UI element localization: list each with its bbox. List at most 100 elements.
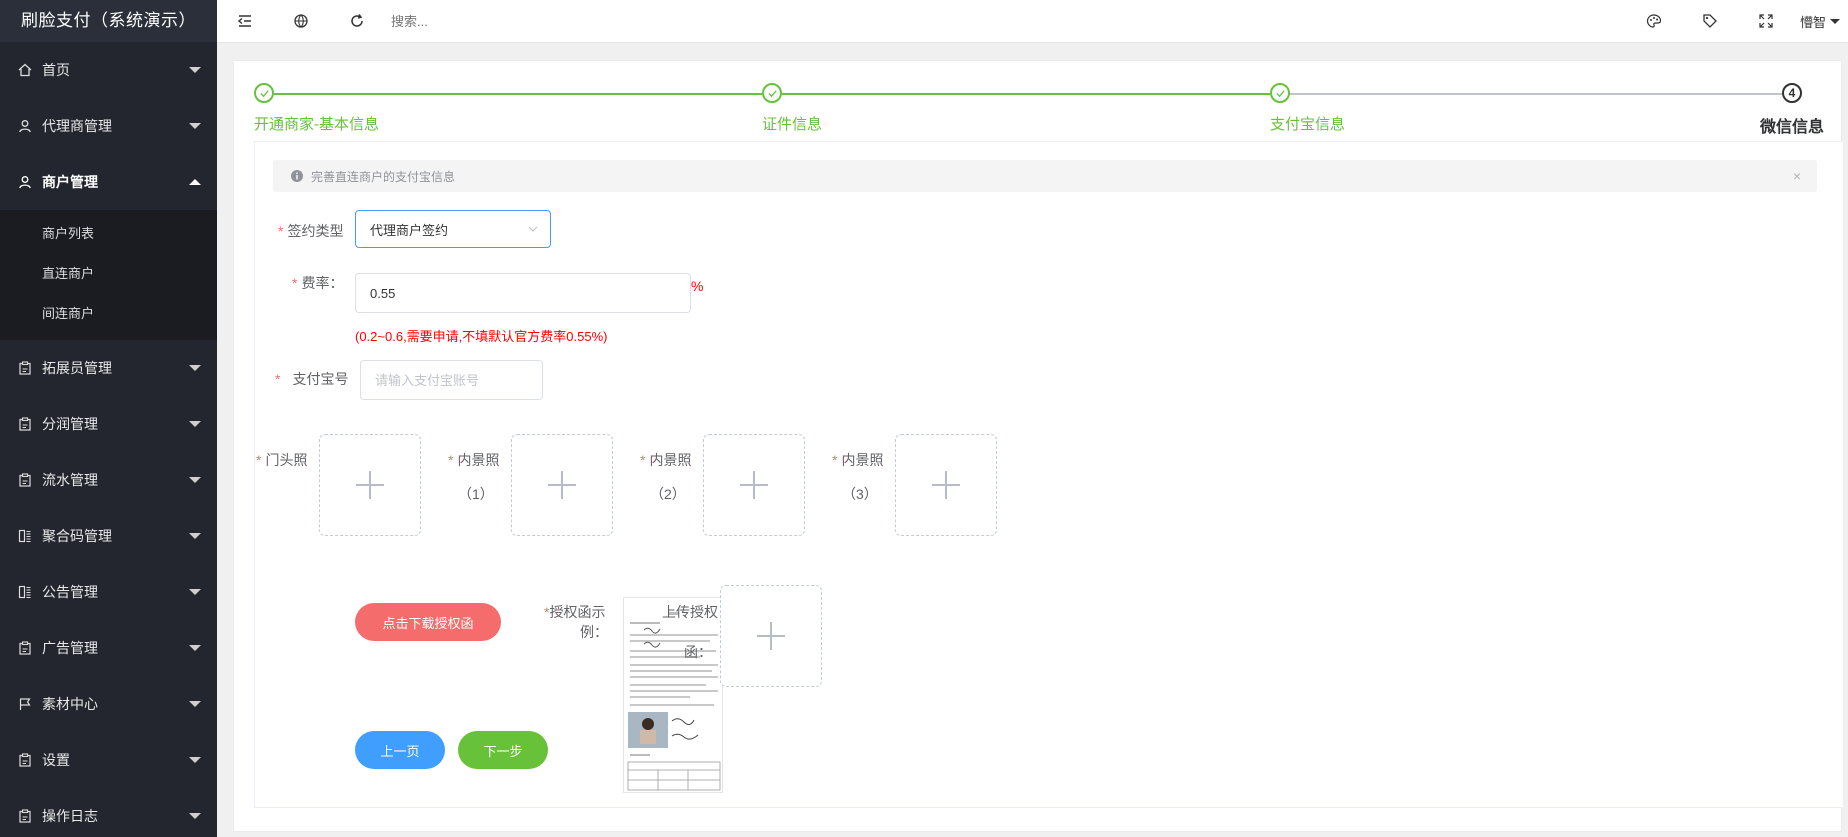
interior-photo-3-uploader[interactable] (895, 434, 997, 536)
steps-bar: 4 开通商家-基本信息 证件信息 支付宝信息 微信信息 (254, 83, 1824, 143)
step-line-done (782, 93, 1270, 95)
required-mark: * (256, 452, 262, 468)
interior-photo-2-uploader[interactable] (703, 434, 805, 536)
qrcode-icon (18, 529, 32, 543)
chevron-down-icon (189, 589, 201, 595)
authorization-letter-uploader[interactable] (720, 585, 822, 687)
sidebar: 刷脸支付（系统演示） 首页 代理商管理 商户管理 商户列表 直连商户 间连商户 … (0, 0, 217, 837)
alipay-account-input[interactable] (360, 360, 543, 400)
sidebar-item-home[interactable]: 首页 (0, 42, 217, 98)
tag-button[interactable] (1682, 0, 1738, 42)
plus-icon (757, 622, 785, 650)
interior-photo-1-label: * 内景照 (448, 450, 499, 470)
step-title-wechat: 微信信息 (1760, 119, 1825, 136)
storefront-photo-label-text: 门头照 (265, 452, 308, 468)
refresh-button[interactable] (329, 0, 385, 42)
next-step-button[interactable]: 下一步 (458, 731, 548, 769)
interior-photo-1-uploader[interactable] (511, 434, 613, 536)
required-mark: * (278, 223, 284, 239)
step-4-number: 4 (1782, 83, 1802, 103)
sign-type-value: 代理商户签约 (370, 222, 449, 238)
sidebar-item-announcement[interactable]: 公告管理 (0, 564, 217, 620)
sidebar-item-label: 设置 (42, 752, 70, 768)
qrcode-icon (18, 585, 32, 599)
chevron-down-icon (189, 477, 201, 483)
rate-hint: (0.2~0.6,需要申请,不填默认官方费率0.55%) (355, 329, 608, 344)
step-line-pending (1290, 93, 1782, 95)
sidebar-item-label: 公告管理 (42, 584, 98, 600)
alipay-account-label-text: 支付宝号 (292, 371, 349, 387)
authorization-sample-image (623, 597, 723, 793)
sidebar-item-flow[interactable]: 流水管理 (0, 452, 217, 508)
sidebar-item-aggregate-code[interactable]: 聚合码管理 (0, 508, 217, 564)
search-input[interactable] (389, 6, 613, 36)
rate-unit: % (691, 278, 704, 294)
sidebar-item-ads[interactable]: 广告管理 (0, 620, 217, 676)
sidebar-item-label: 操作日志 (42, 808, 98, 824)
step-title-alipay: 支付宝信息 (1270, 116, 1346, 133)
sidebar-item-agent[interactable]: 代理商管理 (0, 98, 217, 154)
sidebar-item-label: 首页 (42, 62, 70, 78)
flag-icon (18, 697, 32, 711)
sidebar-item-materials[interactable]: 素材中心 (0, 676, 217, 732)
clipboard-icon (18, 753, 32, 767)
theme-button[interactable] (1626, 0, 1682, 42)
user-icon (18, 119, 32, 133)
close-icon[interactable]: × (1793, 168, 1801, 184)
chevron-down-icon (189, 533, 201, 539)
sidebar-item-label: 拓展员管理 (42, 360, 112, 376)
website-button[interactable] (273, 0, 329, 42)
interior-photo-3-number: （3） (842, 486, 878, 502)
merchant-submenu: 商户列表 直连商户 间连商户 (0, 210, 217, 340)
chevron-down-icon (189, 701, 201, 707)
toggle-sidebar-button[interactable] (217, 0, 273, 42)
sign-type-label: * 签约类型 (278, 221, 343, 241)
sign-type-select[interactable]: 代理商户签约 (355, 210, 551, 248)
palette-icon (1646, 14, 1662, 28)
sidebar-item-settings[interactable]: 设置 (0, 732, 217, 788)
sidebar-subitem-direct-merchant[interactable]: 直连商户 (0, 254, 217, 294)
required-mark: * (832, 452, 838, 468)
sidebar-item-label: 广告管理 (42, 640, 98, 656)
sidebar-item-label: 分润管理 (42, 416, 98, 432)
sidebar-item-merchant[interactable]: 商户管理 (0, 154, 217, 210)
required-mark: * (292, 275, 298, 291)
app-logo-title[interactable]: 刷脸支付（系统演示） (0, 0, 217, 42)
download-authorization-button[interactable]: 点击下载授权函 (355, 603, 501, 641)
chevron-down-icon (189, 123, 201, 129)
chevron-down-icon (189, 645, 201, 651)
chevron-down-icon (1830, 18, 1840, 24)
upload-authorization-label: 上传授权 (662, 604, 718, 620)
clipboard-icon (18, 473, 32, 487)
upload-authorization-label-2: 函： (684, 644, 712, 660)
chevron-down-icon (189, 67, 201, 73)
alipay-form: 完善直连商户的支付宝信息 × *签约类型 代理商户签约 *费率： % (0.2~… (254, 141, 1843, 808)
rate-label-text: 费率： (301, 275, 344, 291)
chevron-down-icon (189, 813, 201, 819)
chevron-down-icon (189, 365, 201, 371)
main-content: 4 开通商家-基本信息 证件信息 支付宝信息 微信信息 完善直连商户的支付宝信息… (233, 60, 1843, 832)
previous-page-button[interactable]: 上一页 (355, 731, 445, 769)
fullscreen-button[interactable] (1738, 0, 1794, 42)
check-icon (1275, 89, 1285, 97)
sidebar-subitem-merchant-list[interactable]: 商户列表 (0, 214, 217, 254)
clipboard-icon (18, 641, 32, 655)
plus-icon (548, 471, 576, 499)
sidebar-item-expander[interactable]: 拓展员管理 (0, 340, 217, 396)
sidebar-item-operation-log[interactable]: 操作日志 (0, 788, 217, 837)
storefront-photo-uploader[interactable] (319, 434, 421, 536)
rate-label: * 费率： (292, 273, 343, 293)
sidebar-item-profit[interactable]: 分润管理 (0, 396, 217, 452)
authorization-sample-label-text: 授权函示 (549, 604, 606, 620)
user-icon (18, 175, 32, 189)
authorization-sample-label-2: 例： (580, 624, 608, 640)
interior-photo-2-number: （2） (650, 486, 686, 502)
step-title-certificates: 证件信息 (762, 116, 823, 133)
plus-icon (740, 471, 768, 499)
fullscreen-icon (1759, 14, 1773, 28)
chevron-down-icon (189, 421, 201, 427)
sidebar-subitem-indirect-merchant[interactable]: 间连商户 (0, 294, 217, 334)
check-icon (767, 89, 777, 97)
rate-input[interactable] (355, 273, 691, 313)
user-menu[interactable]: 懵智 (1794, 12, 1848, 31)
